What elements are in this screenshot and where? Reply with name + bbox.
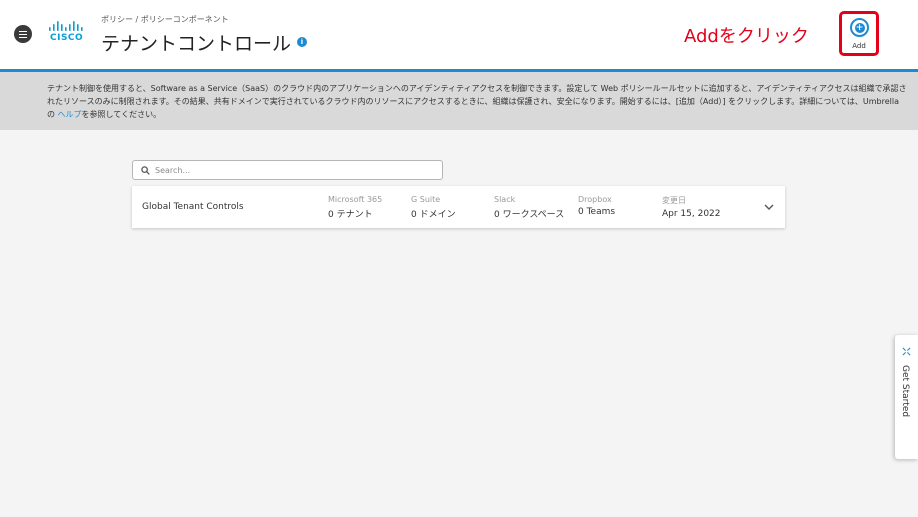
description-text: テナント制御を使用すると、Software as a Service（SaaS）…	[47, 82, 907, 121]
stat-value: 0 ワークスペース	[494, 210, 565, 220]
top-header: CISCO ポリシー / ポリシーコンポーネント テナントコントロール i Ad…	[0, 0, 918, 69]
row-name[interactable]: Global Tenant Controls	[142, 202, 244, 212]
stat-label: Dropbox	[578, 195, 612, 204]
help-link[interactable]: ヘルプ	[58, 110, 82, 119]
stat-modified-date: 変更日 Apr 15, 2022	[662, 195, 721, 219]
expand-icon	[902, 347, 911, 356]
get-started-tab[interactable]: Get Started	[895, 335, 918, 459]
stat-value: Apr 15, 2022	[662, 209, 721, 219]
stat-label: Microsoft 365	[328, 195, 383, 204]
description-text-end: を参照してください。	[81, 110, 162, 119]
description-text-main: テナント制御を使用すると、Software as a Service（SaaS）…	[47, 84, 907, 119]
stat-value: 0 ドメイン	[411, 210, 456, 220]
stat-label: Slack	[494, 195, 516, 204]
stat-label: G Suite	[411, 195, 441, 204]
chevron-down-icon[interactable]	[762, 201, 776, 213]
tenant-control-row[interactable]: Global Tenant Controls Microsoft 365 0 テ…	[132, 186, 785, 228]
stat-microsoft-365: Microsoft 365 0 テナント	[328, 195, 382, 220]
stat-value: 0 Teams	[578, 207, 616, 217]
stat-value: 0 テナント	[328, 210, 373, 220]
search-box[interactable]	[132, 160, 443, 180]
description-banner: テナント制御を使用すると、Software as a Service（SaaS）…	[0, 72, 918, 130]
add-button-label: Add	[852, 42, 866, 50]
stat-label: 変更日	[662, 196, 686, 205]
stat-g-suite: G Suite 0 ドメイン	[411, 195, 456, 220]
search-input[interactable]	[155, 163, 435, 177]
stat-slack: Slack 0 ワークスペース	[494, 195, 564, 220]
add-icon[interactable]: +	[850, 18, 869, 37]
cisco-logo-text: CISCO	[50, 33, 84, 43]
add-button-highlight[interactable]: + Add	[839, 11, 879, 56]
stat-dropbox: Dropbox 0 Teams	[578, 195, 615, 217]
get-started-label: Get Started	[900, 365, 910, 418]
hamburger-menu-icon[interactable]	[14, 25, 32, 43]
breadcrumb[interactable]: ポリシー / ポリシーコンポーネント	[101, 14, 229, 25]
page-title: テナントコントロール	[101, 33, 292, 55]
annotation-click-add: Addをクリック	[684, 26, 809, 47]
search-icon	[141, 166, 150, 175]
info-icon[interactable]: i	[297, 37, 307, 47]
plus-icon: +	[854, 22, 865, 33]
